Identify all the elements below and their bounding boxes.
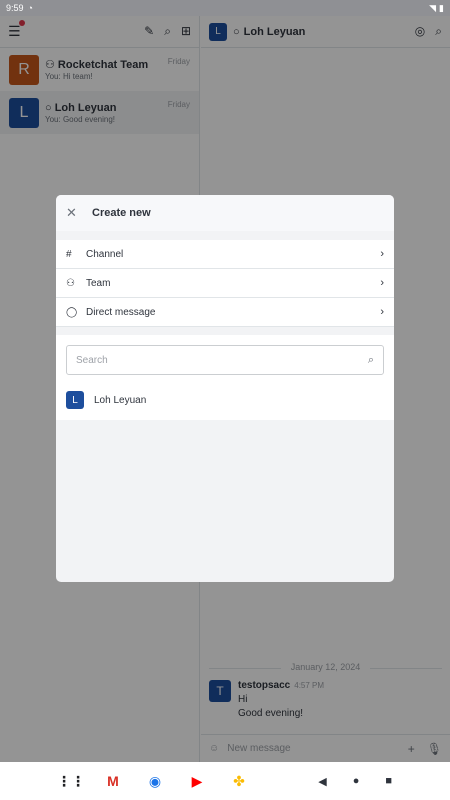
chevron-right-icon: › [380, 277, 384, 289]
search-icon[interactable]: ⌕ [368, 354, 374, 367]
modal-header: ✕ Create new [56, 195, 394, 231]
back-icon[interactable]: ◀ [318, 775, 326, 788]
chevron-right-icon: › [380, 248, 384, 260]
search-box[interactable]: ⌕ [66, 345, 384, 375]
chevron-right-icon: › [380, 306, 384, 318]
photos-icon[interactable]: ✤ [226, 768, 252, 794]
close-icon[interactable]: ✕ [66, 205, 82, 221]
gmail-icon[interactable]: M [100, 768, 126, 794]
user-result-item[interactable]: L Loh Leyuan [66, 391, 384, 409]
youtube-icon[interactable]: ▶ [184, 768, 210, 794]
create-options: # Channel › ⚇ Team › ◯ Direct message › [56, 240, 394, 327]
chrome-icon[interactable]: ◉ [142, 768, 168, 794]
system-navigation-bar: ⋮⋮ M ◉ ▶ ✤ ◀ ● ■ [0, 762, 450, 800]
app-drawer-icon[interactable]: ⋮⋮ [57, 768, 85, 794]
wifi-icon: ◥ [429, 2, 437, 13]
recents-icon[interactable]: ■ [385, 775, 392, 787]
user-name: Loh Leyuan [94, 394, 147, 406]
status-bar: 9:59 ◔ ◥ ▮ [0, 0, 450, 16]
message-icon: ◯ [66, 306, 78, 318]
create-channel-option[interactable]: # Channel › [56, 240, 394, 269]
modal-title: Create new [92, 207, 151, 219]
option-label: Channel [86, 248, 124, 260]
status-time: 9:59 [6, 3, 24, 13]
home-icon[interactable]: ● [353, 775, 360, 787]
create-direct-message-option[interactable]: ◯ Direct message › [56, 298, 394, 327]
option-label: Direct message [86, 306, 156, 318]
option-label: Team [86, 277, 111, 289]
create-team-option[interactable]: ⚇ Team › [56, 269, 394, 298]
battery-icon: ▮ [439, 2, 444, 13]
create-new-modal: ✕ Create new # Channel › ⚇ Team › ◯ Dire… [56, 195, 394, 582]
hash-icon: # [66, 248, 72, 260]
team-icon: ⚇ [66, 277, 75, 289]
avatar: L [66, 391, 84, 409]
sync-icon: ◔ [27, 3, 33, 13]
search-area: ⌕ L Loh Leyuan [56, 335, 394, 420]
search-input[interactable] [76, 354, 368, 366]
